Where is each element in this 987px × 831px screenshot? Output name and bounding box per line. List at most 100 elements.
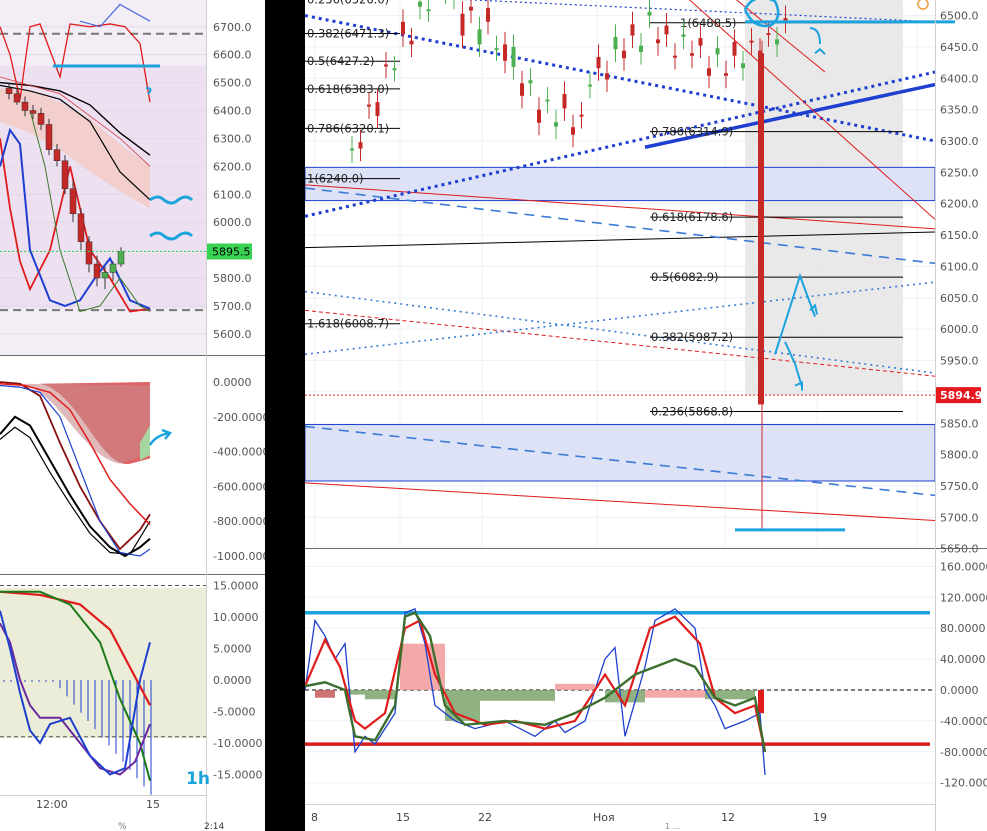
right-osc-tick: 80.0000: [940, 622, 986, 635]
fib-label: 0.618(6178.6): [651, 210, 733, 224]
left-chart-panel: 6700.0 6600.0 6500.0 6400.0 6300.0 6200.0 6100…: [0, 0, 265, 831]
left-price-tick: 6700.0: [213, 21, 252, 34]
fib-label: 0.236(6526.0): [307, 0, 389, 6]
left-candle-body: [77, 213, 85, 242]
left-osc2-tick: 5.0000: [213, 643, 252, 656]
fib-label: 0.618(6383.0): [307, 82, 389, 96]
right-osc-hist: [555, 683, 595, 690]
right-price-tick: 5850.0: [940, 417, 979, 430]
right-osc-tick: 0.0000: [940, 684, 979, 697]
left-price-tick: 5800.0: [213, 272, 252, 285]
left-price-tick: 6600.0: [213, 49, 252, 62]
right-candle-body: [639, 45, 643, 52]
right-candle-body: [375, 102, 380, 116]
trading-screen: 6700.0 6600.0 6500.0 6400.0 6300.0 6200.0 6100…: [0, 0, 987, 831]
right-price-tick: 6050.0: [940, 292, 979, 305]
left-osc2-tick: 0.0000: [213, 674, 252, 687]
right-candle-body: [613, 36, 618, 50]
left-osc2-tick: -15.0000: [213, 769, 262, 782]
right-price-tick: 6000.0: [940, 323, 979, 336]
left-candle-body: [53, 149, 61, 161]
right-candle-body: [520, 83, 524, 96]
right-candle-body: [741, 63, 745, 69]
left-candle-body: [109, 263, 117, 273]
right-price-badge: 5894.9: [940, 389, 982, 402]
right-candle-body: [494, 48, 499, 51]
right-candle-body: [698, 38, 703, 46]
fib-label: 0.382(5987.2): [651, 330, 733, 344]
right-candle-body: [562, 93, 567, 109]
fib-label: 0.5(6082.9): [651, 270, 719, 284]
left-osc2-tick: -10.0000: [213, 737, 262, 750]
right-candle-body: [545, 99, 550, 102]
right-candle-body: [681, 34, 686, 37]
left-candle-body: [5, 87, 13, 94]
left-price-badge: 5895.5: [212, 245, 251, 258]
fib-label: 0.236(5868.8): [651, 404, 733, 418]
right-price-tick: 5950.0: [940, 355, 979, 368]
right-candle-body: [392, 68, 397, 71]
left-osc1-tick: -600.0000: [213, 480, 265, 493]
left-osc1-tick: -1000.0000: [213, 550, 265, 563]
right-candle-body: [664, 25, 669, 35]
fib-label: 1(6488.5): [680, 16, 737, 30]
right-time-tick: Ноя: [593, 811, 615, 824]
right-osc-tick: 160.0000: [940, 560, 987, 573]
left-footer-fragment-2: %: [118, 822, 127, 831]
right-candle-body: [724, 73, 728, 76]
right-price-tick: 6400.0: [940, 72, 979, 85]
left-footer-fragment: 2:14: [204, 822, 224, 831]
right-candle-body: [749, 40, 754, 43]
right-candle-body: [511, 46, 516, 67]
right-osc-tick: -120.0000: [940, 777, 987, 790]
right-candle-body: [579, 114, 584, 117]
right-candle-body: [766, 33, 771, 36]
fib-label: 1.618(6008.7): [307, 317, 389, 331]
left-candle-body: [93, 263, 101, 279]
left-candle-body: [117, 251, 125, 265]
right-candle-body: [486, 8, 490, 22]
left-osc1-tick: 0.0000: [213, 376, 252, 389]
left-candle-body: [61, 160, 69, 189]
right-candle-body: [588, 84, 592, 87]
left-price-tick: 6400.0: [213, 105, 252, 118]
right-candle-body: [358, 142, 363, 149]
right-candle-body: [673, 55, 677, 58]
right-price-tick: 5700.0: [940, 511, 979, 524]
fib-label: 0.5(6427.2): [307, 54, 375, 68]
right-chart-panel: 0.236(6526.0) 0.382(6471.3) 0.5(6427.2) 0.6…: [305, 0, 987, 831]
right-candle-body: [715, 48, 720, 55]
left-price-tick: 6200.0: [213, 160, 252, 173]
right-price-tick: 6350.0: [940, 104, 979, 117]
right-candle-body: [596, 56, 601, 69]
right-candle-body: [409, 40, 414, 45]
right-osc-tick: -40.0000: [940, 715, 987, 728]
right-price-tick: 6450.0: [940, 41, 979, 54]
right-price-tick: 6500.0: [940, 10, 979, 23]
left-price-tick: 6100.0: [213, 188, 252, 201]
right-candle-body: [647, 11, 652, 16]
right-zone-upper: [305, 166, 936, 202]
right-osc-tick: -80.0000: [940, 746, 987, 759]
right-zone-lower: [305, 424, 936, 482]
right-candle-body: [732, 41, 737, 56]
right-oscillator-pane[interactable]: [305, 549, 935, 804]
right-time-tick: 12: [721, 811, 735, 824]
left-price-tick: 6000.0: [213, 216, 252, 229]
right-price-tick: 6300.0: [940, 135, 979, 148]
fib-label: 0.786(6320.1): [307, 121, 389, 135]
right-candle-body: [783, 18, 788, 21]
right-candle-body: [401, 21, 405, 35]
left-candle-body: [29, 110, 37, 114]
left-osc2-tick: 10.0000: [213, 611, 259, 624]
right-candle-body: [622, 50, 626, 59]
right-osc-hist-last: [758, 690, 764, 714]
right-price-tick: 6200.0: [940, 198, 979, 211]
left-candle-body: [13, 93, 21, 103]
right-osc-tick: 40.0000: [940, 653, 986, 666]
right-candle-body: [384, 64, 388, 67]
right-osc-hist: [645, 690, 705, 698]
left-osc2-tick: 15.0000: [213, 580, 259, 593]
right-candle-body: [707, 68, 711, 76]
left-candle-body: [101, 272, 109, 279]
